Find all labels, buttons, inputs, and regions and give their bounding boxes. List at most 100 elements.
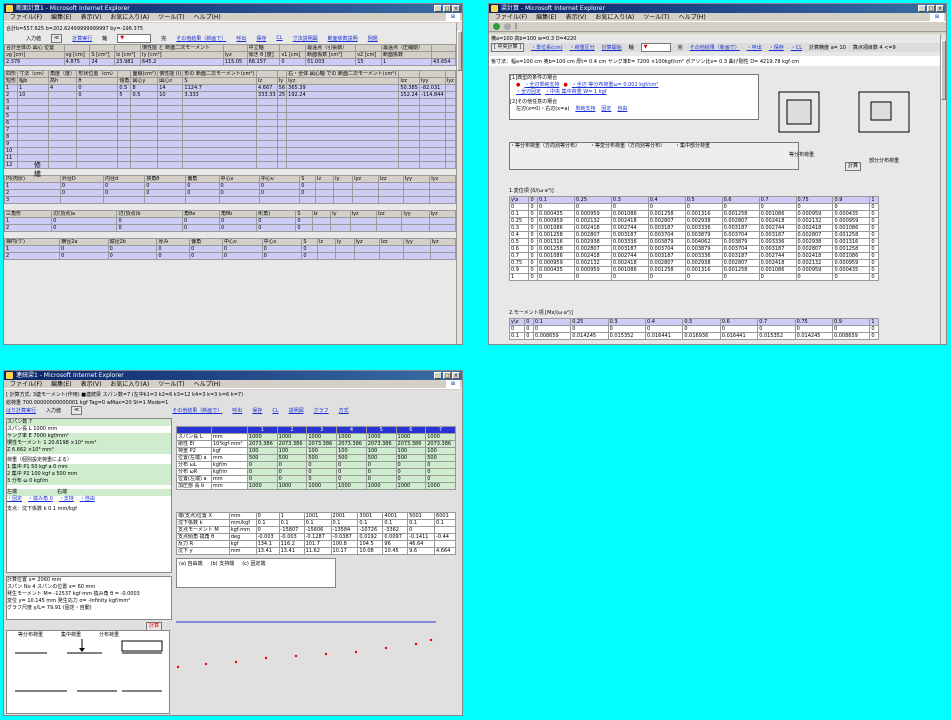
clear-link[interactable]: CL xyxy=(276,35,282,41)
grid-input[interactable]: 1000 xyxy=(306,482,338,490)
grid-input[interactable]: 0 xyxy=(246,468,278,476)
load-link[interactable]: ・呼出 xyxy=(747,44,762,51)
menu-edit[interactable]: 編集(E) xyxy=(51,13,71,21)
grid-input[interactable]: 1000 xyxy=(336,482,367,490)
method-link[interactable]: 方式 xyxy=(339,407,349,414)
grid-input[interactable]: 0 xyxy=(336,468,367,476)
scroll-thumb[interactable] xyxy=(457,31,462,71)
grid-input[interactable]: 0 xyxy=(395,468,427,476)
opt-angle[interactable]: ・撓み角 0 xyxy=(28,496,53,503)
menu-favorites[interactable]: お気に入り(A) xyxy=(110,13,149,21)
grid-input[interactable]: 0 xyxy=(306,461,338,469)
vertical-scrollbar[interactable] xyxy=(456,23,462,344)
grid-input[interactable]: 0 xyxy=(336,461,367,469)
grid-input[interactable]: 500 xyxy=(246,454,278,462)
section-help-link[interactable]: 断面係数説明 xyxy=(328,35,358,42)
save-link[interactable]: ・保存 xyxy=(769,44,784,51)
grid-input[interactable]: 2073.386 xyxy=(306,440,338,448)
graph-link[interactable]: グラフ xyxy=(314,407,329,414)
scroll-thumb[interactable] xyxy=(941,40,946,100)
close-button[interactable]: × xyxy=(452,5,460,12)
grid-input[interactable]: 100 xyxy=(276,447,308,455)
points-field[interactable]: 算点項目数 4 <=9 xyxy=(853,44,896,51)
beam-calc-link[interactable]: はり計算実行 xyxy=(6,407,36,414)
example-link[interactable]: 例題 xyxy=(368,35,378,42)
grid-input[interactable]: 1000 xyxy=(276,482,308,490)
grid-input[interactable]: 0 xyxy=(306,468,338,476)
grid-input[interactable]: 0 xyxy=(365,468,397,476)
other-results-link[interactable]: その他結果（新画で） xyxy=(176,35,226,42)
radio-icon[interactable]: ● xyxy=(563,82,567,89)
grid-input[interactable]: 1000 xyxy=(365,482,397,490)
menu-view[interactable]: 表示(V) xyxy=(81,13,102,21)
grid-input[interactable]: 0 xyxy=(246,475,278,483)
grid-input[interactable]: 0 xyxy=(246,461,278,469)
grid-input[interactable]: 0 xyxy=(425,468,456,476)
vertical-scrollbar[interactable] xyxy=(940,34,946,344)
grid-input[interactable]: 0 xyxy=(306,475,338,483)
grid-input[interactable]: 500 xyxy=(336,454,367,462)
load-link[interactable]: 呼出 xyxy=(236,35,246,42)
grid-input[interactable]: 500 xyxy=(395,454,427,462)
grid-input[interactable]: 0 xyxy=(395,461,427,469)
load-type-link[interactable]: ・荷重区分 xyxy=(570,44,595,51)
menu-help[interactable]: ヘルプ(H) xyxy=(194,380,221,388)
minimize-button[interactable]: _ xyxy=(434,5,442,12)
title-bar[interactable]: 断面計算1 - Microsoft Internet Explorer _ □ × xyxy=(4,4,462,13)
menu-view[interactable]: 表示(V) xyxy=(566,13,587,21)
grid-input[interactable]: 0 xyxy=(395,475,427,483)
grid-input[interactable]: 0 xyxy=(365,475,397,483)
menu-file[interactable]: ファイル(F) xyxy=(10,13,42,21)
opt-fixed[interactable]: ・全辺固定 xyxy=(516,89,541,96)
opt-fixed[interactable]: ・固定 xyxy=(7,496,22,503)
grid-input[interactable]: 2073.386 xyxy=(336,440,367,448)
grid-input[interactable]: 500 xyxy=(425,454,456,462)
load-link[interactable]: 呼出 xyxy=(232,407,242,414)
grid-input[interactable]: 0 xyxy=(336,475,367,483)
save-link[interactable]: 保存 xyxy=(252,407,262,414)
unit-link[interactable]: ・単位系(cm) xyxy=(531,44,563,51)
opt-free[interactable]: ・自由 xyxy=(80,496,95,503)
other-results-link[interactable]: その他結果（新画で） xyxy=(172,407,222,414)
menu-tools[interactable]: ツール(T) xyxy=(158,13,184,21)
back-icon[interactable] xyxy=(493,23,500,30)
grid-input[interactable]: 1000 xyxy=(425,433,456,441)
menu-help[interactable]: ヘルプ(H) xyxy=(194,13,221,21)
radio-icon[interactable]: ● xyxy=(516,82,520,89)
calc-start-link[interactable]: 計算開始 xyxy=(602,44,622,51)
other-results-link[interactable]: その他結果（新画で） xyxy=(690,44,740,51)
grid-input[interactable]: 0 xyxy=(425,461,456,469)
grid-input[interactable]: 1000 xyxy=(276,433,308,441)
grid-input[interactable]: 0 xyxy=(276,475,308,483)
grid-input[interactable]: 100 xyxy=(365,447,397,455)
maximize-button[interactable]: □ xyxy=(443,5,451,12)
close-button[interactable]: × xyxy=(452,372,460,379)
opt-uniform[interactable]: ・全辺 等分布荷重ω= 0.001 kgf/cm² xyxy=(572,82,659,89)
menu-help[interactable]: ヘルプ(H) xyxy=(679,13,706,21)
forward-icon[interactable] xyxy=(504,23,511,30)
calc-button[interactable]: 計算 xyxy=(845,162,862,171)
grid-input[interactable]: 2073.386 xyxy=(276,440,308,448)
menu-file[interactable]: ファイル(F) xyxy=(495,13,527,21)
grid-input[interactable]: 500 xyxy=(276,454,308,462)
grid-input[interactable]: 0 xyxy=(365,461,397,469)
edge-fixed[interactable]: 固定 xyxy=(601,106,611,113)
diagram-link[interactable]: 説明図 xyxy=(289,407,304,414)
title-bar[interactable]: 連続梁1 - Microsoft Internet Explorer _ □ × xyxy=(4,371,462,380)
title-bar[interactable]: 梁計算 - Microsoft Internet Explorer _ □ × xyxy=(489,4,946,13)
opt-simple[interactable]: ・全辺単純支持 xyxy=(524,82,559,89)
menu-tools[interactable]: ツール(T) xyxy=(158,380,184,388)
grid-input[interactable]: 0 xyxy=(276,468,308,476)
calc-run-link[interactable]: 計算実行 xyxy=(72,35,92,42)
prev-button[interactable]: ≪ xyxy=(51,33,63,43)
grid-input[interactable]: 100 xyxy=(395,447,427,455)
opt-point[interactable]: ・中央 集中荷重 W= 1 kgf xyxy=(545,89,607,96)
axis-select[interactable]: ▼ xyxy=(640,43,671,52)
grid-input[interactable]: 1000 xyxy=(365,433,397,441)
edge-free[interactable]: 自由 xyxy=(617,106,627,113)
menu-edit[interactable]: 編集(E) xyxy=(536,13,556,21)
grid-input[interactable]: 1000 xyxy=(306,433,338,441)
menu-tools[interactable]: ツール(T) xyxy=(643,13,669,21)
dimension-help-link[interactable]: 寸法説明図 xyxy=(293,35,318,42)
close-button[interactable]: × xyxy=(936,5,944,12)
